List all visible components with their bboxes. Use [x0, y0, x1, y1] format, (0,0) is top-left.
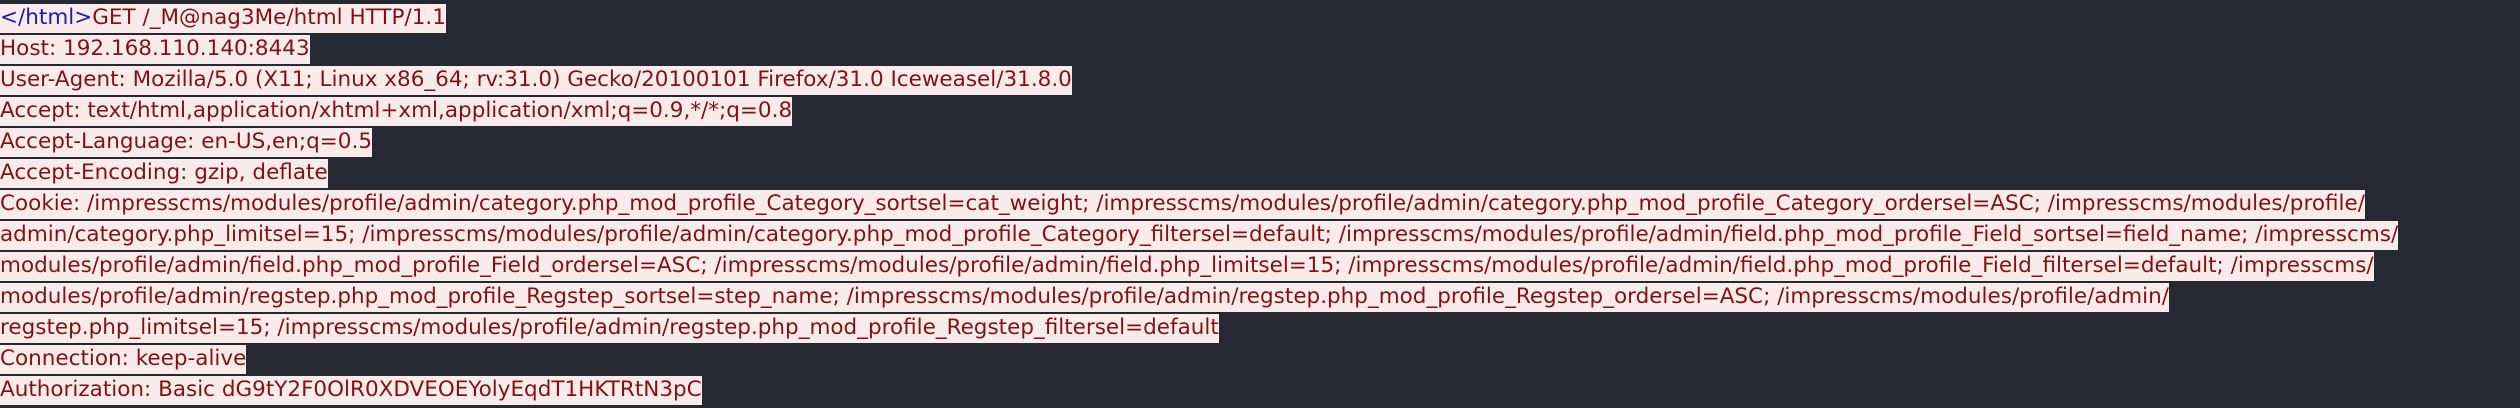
tcp-stream-viewer[interactable]: </html>GET /_M@nag3Me/html HTTP/1.1 Host…: [0, 0, 2520, 408]
header-cookie-line-4: modules/profile/admin/regstep.php_mod_pr…: [0, 281, 2520, 312]
header-cookie-text-1: Cookie: /impresscms/modules/profile/admi…: [0, 190, 2365, 219]
header-accept-text: Accept: text/html,application/xhtml+xml,…: [0, 97, 793, 126]
header-accept-language: Accept-Language: en-US,en;q=0.5: [0, 126, 2520, 157]
header-authorization: Authorization: Basic dG9tY2F0OlR0XDVEOEY…: [0, 374, 2520, 405]
header-cookie-line-3: modules/profile/admin/field.php_mod_prof…: [0, 250, 2520, 281]
header-cookie-text-5: regstep.php_limitsel=15; /impresscms/mod…: [0, 314, 1219, 343]
header-accept-language-text: Accept-Language: en-US,en;q=0.5: [0, 128, 372, 157]
header-cookie-line-1: Cookie: /impresscms/modules/profile/admi…: [0, 188, 2520, 219]
header-host: Host: 192.168.110.140:8443: [0, 33, 2520, 64]
header-cookie-text-4: modules/profile/admin/regstep.php_mod_pr…: [0, 283, 2169, 312]
header-cookie-line-2: admin/category.php_limitsel=15; /impress…: [0, 219, 2520, 250]
header-cookie-text-2: admin/category.php_limitsel=15; /impress…: [0, 221, 2399, 250]
header-user-agent: User-Agent: Mozilla/5.0 (X11; Linux x86_…: [0, 64, 2520, 95]
header-authorization-text: Authorization: Basic dG9tY2F0OlR0XDVEOEY…: [0, 376, 702, 405]
header-cookie-line-5: regstep.php_limitsel=15; /impresscms/mod…: [0, 312, 2520, 343]
request-line: </html>GET /_M@nag3Me/html HTTP/1.1: [0, 2, 2520, 33]
http-request-stream[interactable]: </html>GET /_M@nag3Me/html HTTP/1.1 Host…: [0, 2, 2520, 405]
html-close-tag: </html>: [0, 4, 93, 33]
request-line-text: GET /_M@nag3Me/html HTTP/1.1: [92, 4, 446, 33]
header-accept: Accept: text/html,application/xhtml+xml,…: [0, 95, 2520, 126]
header-connection-text: Connection: keep-alive: [0, 345, 247, 374]
header-connection: Connection: keep-alive: [0, 343, 2520, 374]
header-user-agent-text: User-Agent: Mozilla/5.0 (X11; Linux x86_…: [0, 66, 1072, 95]
header-accept-encoding-text: Accept-Encoding: gzip, deflate: [0, 159, 328, 188]
header-host-text: Host: 192.168.110.140:8443: [0, 35, 310, 64]
header-accept-encoding: Accept-Encoding: gzip, deflate: [0, 157, 2520, 188]
header-cookie-text-3: modules/profile/admin/field.php_mod_prof…: [0, 252, 2374, 281]
